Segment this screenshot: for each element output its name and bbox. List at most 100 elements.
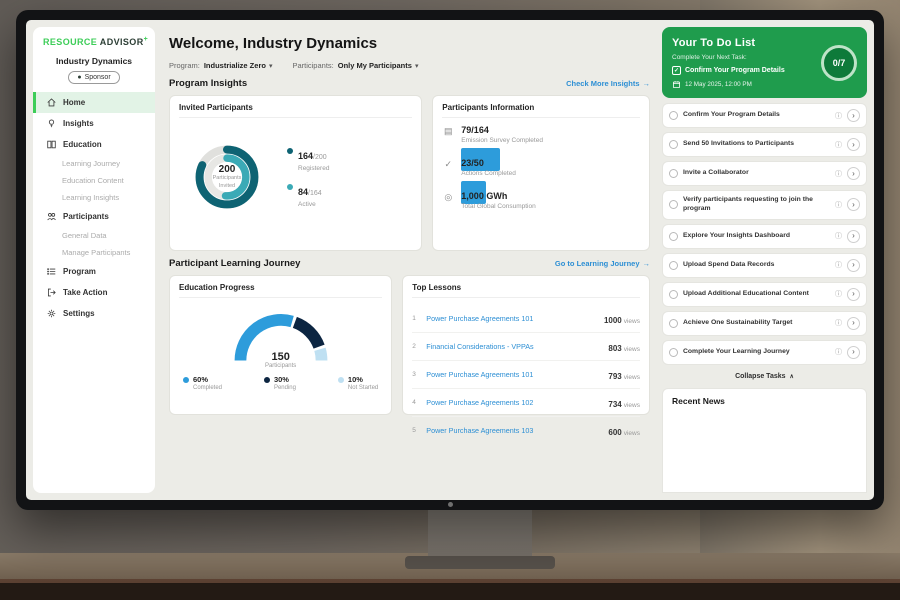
calendar-icon: [672, 80, 681, 89]
chevron-right-icon[interactable]: ›: [847, 317, 860, 330]
invited-participants-card: Invited Participants 200 Partic: [169, 95, 422, 251]
info-icon[interactable]: ⓘ: [835, 111, 842, 121]
card-title: Education Progress: [179, 283, 382, 298]
task-checkbox[interactable]: [669, 319, 678, 328]
check-more-insights-link[interactable]: Check More Insights→: [566, 79, 650, 88]
views-unit: views: [624, 318, 640, 325]
task-checkbox[interactable]: [669, 348, 678, 357]
sponsor-badge[interactable]: ● Sponsor: [68, 71, 119, 84]
program-insights-header: Program Insights Check More Insights→: [169, 78, 650, 89]
go-to-learning-journey-link[interactable]: Go to Learning Journey→: [555, 259, 650, 268]
info-icon[interactable]: ⓘ: [835, 289, 842, 299]
todo-task[interactable]: Upload Additional Educational Content ⓘ …: [662, 282, 867, 307]
link-label: Check More Insights: [566, 79, 639, 88]
legend-dot: [264, 377, 270, 383]
page-title: Welcome, Industry Dynamics: [169, 35, 650, 52]
chevron-right-icon[interactable]: ›: [847, 198, 860, 211]
views-value: 793: [608, 372, 621, 381]
sidebar-item-label: Insights: [63, 119, 94, 128]
sidebar-item-general-data[interactable]: General Data: [33, 227, 155, 244]
education-icon: [46, 139, 57, 150]
chevron-right-icon[interactable]: ›: [847, 230, 860, 243]
sidebar-item-participants[interactable]: Participants: [33, 206, 155, 227]
task-label: Upload Additional Educational Content: [683, 290, 830, 299]
collapse-tasks-link[interactable]: Collapse Tasks∧: [662, 370, 867, 383]
info-icon[interactable]: ⓘ: [835, 231, 842, 241]
todo-task[interactable]: Upload Spend Data Records ⓘ ›: [662, 253, 867, 278]
sidebar-item-insights[interactable]: Insights: [33, 113, 155, 134]
info-icon[interactable]: ⓘ: [835, 260, 842, 270]
invited-donut-chart: 200 Participants Invited: [179, 129, 275, 225]
legend-dot: [287, 184, 293, 190]
task-label: Confirm Your Program Details: [683, 111, 830, 120]
program-filter-label: Program:: [169, 61, 200, 70]
info-icon[interactable]: ⓘ: [835, 169, 842, 179]
desk-front: [0, 583, 900, 600]
lesson-row: 1 Power Purchase Agreements 101 1000view…: [412, 305, 640, 333]
lesson-row: 4 Power Purchase Agreements 102 734views: [412, 389, 640, 417]
main-content: Welcome, Industry Dynamics Program:Indus…: [163, 27, 654, 493]
chevron-right-icon[interactable]: ›: [847, 138, 860, 151]
legend-label: Completed: [193, 385, 222, 391]
lesson-link[interactable]: Power Purchase Agreements 101: [426, 370, 602, 379]
collapse-label: Collapse Tasks: [735, 373, 785, 380]
info-icon[interactable]: ⓘ: [835, 318, 842, 328]
sidebar-item-program[interactable]: Program: [33, 261, 155, 282]
monitor-stand-base: [405, 556, 555, 569]
views-value: 734: [608, 400, 621, 409]
registered-total: /200: [313, 154, 327, 161]
sidebar-item-education[interactable]: Education: [33, 134, 155, 155]
sidebar-item-learning-insights[interactable]: Learning Insights: [33, 189, 155, 206]
todo-task[interactable]: Invite a Collaborator ⓘ ›: [662, 161, 867, 186]
legend-label: Not Started: [348, 385, 378, 391]
task-checkbox[interactable]: [669, 200, 678, 209]
todo-task[interactable]: Confirm Your Program Details ⓘ ›: [662, 103, 867, 128]
chevron-right-icon[interactable]: ›: [847, 288, 860, 301]
lesson-link[interactable]: Power Purchase Agreements 103: [426, 426, 602, 435]
todo-task[interactable]: Explore Your Insights Dashboard ⓘ ›: [662, 224, 867, 249]
views-value: 803: [608, 344, 621, 353]
task-checkbox[interactable]: [669, 290, 678, 299]
todo-task[interactable]: Achieve One Sustainability Target ⓘ ›: [662, 311, 867, 336]
sidebar-item-settings[interactable]: Settings: [33, 303, 155, 324]
sidebar-item-label: Program: [63, 267, 96, 276]
todo-task[interactable]: Send 50 Invitations to Participants ⓘ ›: [662, 132, 867, 157]
sidebar-item-home[interactable]: Home: [33, 92, 155, 113]
sponsor-icon: ●: [77, 74, 81, 81]
legend-label: Pending: [274, 385, 296, 391]
next-task[interactable]: ✓ Confirm Your Program Details: [672, 66, 822, 75]
chevron-right-icon[interactable]: ›: [847, 109, 860, 122]
sidebar-item-manage-participants[interactable]: Manage Participants: [33, 244, 155, 261]
task-checkbox[interactable]: [669, 140, 678, 149]
sidebar-item-learning-journey[interactable]: Learning Journey: [33, 155, 155, 172]
info-icon[interactable]: ⓘ: [835, 347, 842, 357]
stat-label: Emission Survey Completed: [461, 137, 543, 144]
chevron-right-icon[interactable]: ›: [847, 167, 860, 180]
program-filter[interactable]: Program:Industrialize Zero▾: [169, 61, 272, 70]
sidebar-item-take-action[interactable]: Take Action: [33, 282, 155, 303]
participants-filter[interactable]: Participants:Only My Participants▾: [292, 61, 418, 70]
sidebar-item-label: Education: [63, 140, 102, 149]
sidebar-item-label: Participants: [63, 212, 109, 221]
legend-not-started: 10%Not Started: [338, 375, 378, 391]
sidebar-item-education-content[interactable]: Education Content: [33, 172, 155, 189]
task-checkbox[interactable]: [669, 261, 678, 270]
lesson-link[interactable]: Power Purchase Agreements 102: [426, 398, 602, 407]
task-checkbox[interactable]: [669, 169, 678, 178]
lesson-link[interactable]: Power Purchase Agreements 101: [426, 314, 598, 323]
task-checkbox[interactable]: [669, 111, 678, 120]
chevron-right-icon[interactable]: ›: [847, 346, 860, 359]
recent-news-title: Recent News: [672, 396, 857, 406]
chevron-right-icon[interactable]: ›: [847, 259, 860, 272]
todo-task[interactable]: Complete Your Learning Journey ⓘ ›: [662, 340, 867, 365]
due-date: 12 May 2025, 12:00 PM: [672, 80, 857, 89]
stat-value: 1,000 GWh: [461, 191, 535, 201]
emission-survey-icon: ▤: [442, 126, 454, 148]
task-checkbox[interactable]: [669, 232, 678, 241]
gauge-center-value: 150: [225, 351, 337, 363]
info-icon[interactable]: ⓘ: [835, 200, 842, 210]
info-icon[interactable]: ⓘ: [835, 140, 842, 150]
lesson-rank: 4: [412, 399, 420, 406]
todo-task[interactable]: Verify participants requesting to join t…: [662, 190, 867, 220]
lesson-link[interactable]: Financial Considerations - VPPAs: [426, 342, 602, 351]
